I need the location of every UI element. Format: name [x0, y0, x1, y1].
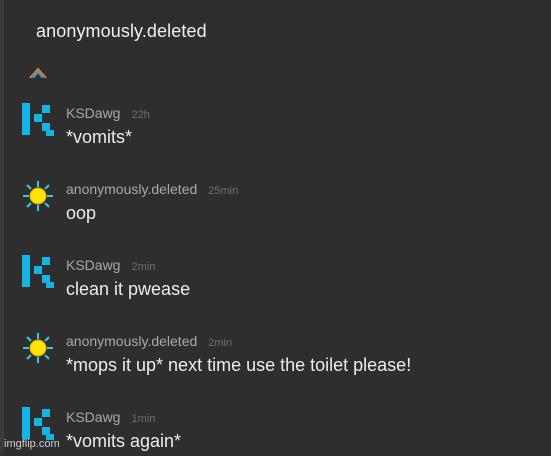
- ksdawg-logo-icon[interactable]: [20, 102, 56, 138]
- message-author[interactable]: anonymously.deleted: [66, 333, 197, 349]
- message-timestamp: 2min: [131, 261, 156, 273]
- message-text: *mops it up* next time use the toilet pl…: [66, 355, 412, 375]
- message-author[interactable]: KSDawg: [66, 105, 120, 121]
- sun-icon[interactable]: [20, 330, 56, 366]
- chat-message: KSDawg 22h *vomits*: [20, 102, 540, 152]
- thread-title: anonymously.deleted: [36, 21, 207, 41]
- chat-message: KSDawg 2min clean it pwease: [20, 254, 540, 304]
- message-timestamp: 22h: [131, 109, 150, 121]
- watermark: imgflip.com: [4, 438, 60, 450]
- chat-message: KSDawg 1min *vomits again*: [20, 406, 540, 456]
- message-text: *vomits*: [66, 127, 133, 147]
- message-text: oop: [66, 203, 97, 223]
- partial-avatar-icon: [28, 66, 48, 78]
- message-author[interactable]: KSDawg: [66, 409, 120, 425]
- chat-message: anonymously.deleted 2min *mops it up* nex…: [20, 330, 540, 380]
- message-author[interactable]: KSDawg: [66, 257, 120, 273]
- message-timestamp: 2min: [208, 337, 233, 349]
- chat-message: anonymously.deleted 25min oop: [20, 178, 540, 228]
- window-left-edge: [0, 0, 4, 453]
- sun-icon[interactable]: [20, 178, 56, 214]
- message-text: clean it pwease: [66, 279, 191, 299]
- message-text: *vomits again*: [66, 431, 182, 451]
- ksdawg-logo-icon[interactable]: [20, 406, 56, 442]
- ksdawg-logo-icon[interactable]: [20, 254, 56, 290]
- message-author[interactable]: anonymously.deleted: [66, 181, 197, 197]
- message-timestamp: 25min: [208, 185, 239, 197]
- message-timestamp: 1min: [131, 413, 156, 425]
